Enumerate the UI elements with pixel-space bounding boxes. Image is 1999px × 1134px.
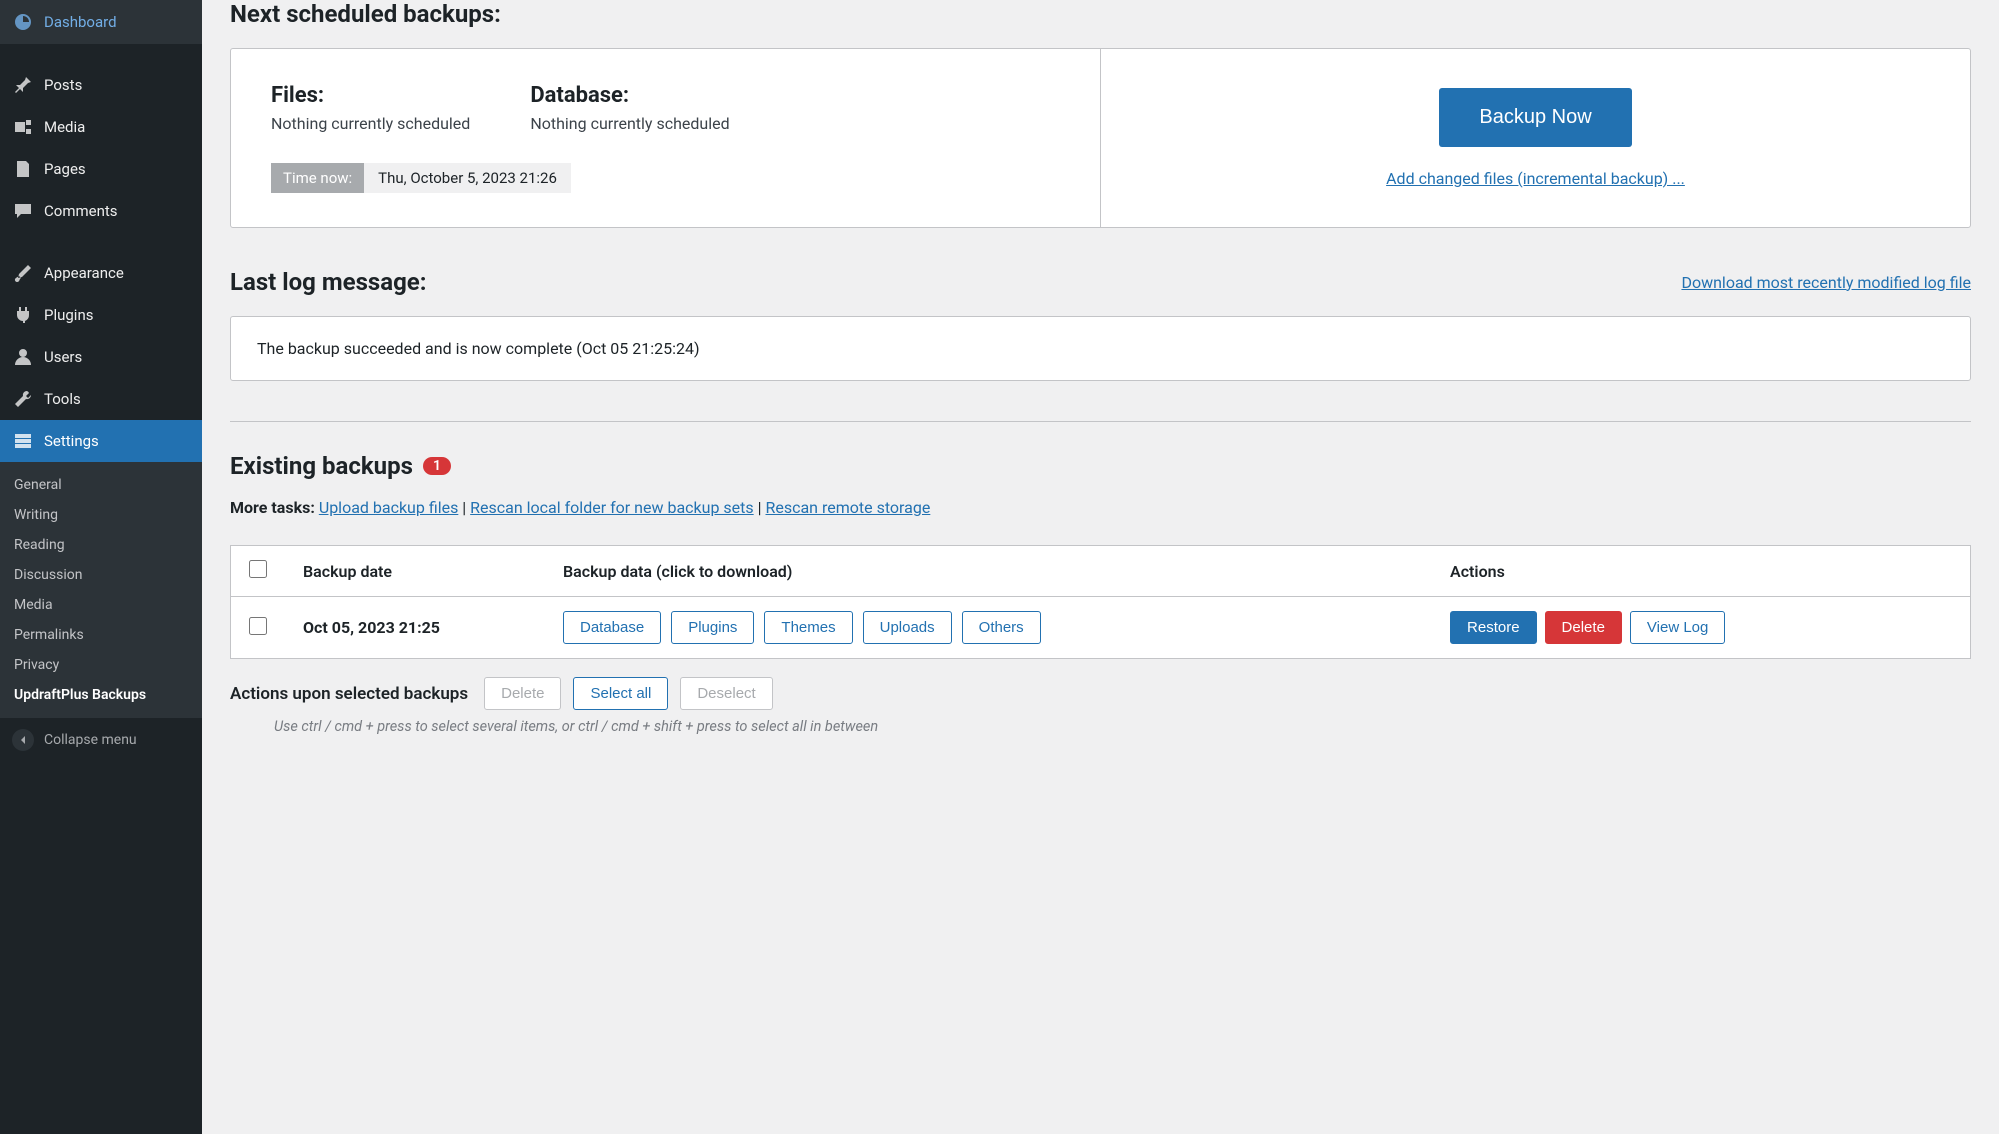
submenu-general[interactable]: General — [0, 470, 202, 500]
backup-date: Oct 05, 2023 21:25 — [285, 597, 545, 659]
db-label: Database: — [530, 83, 729, 108]
sidebar-label: Tools — [44, 390, 81, 408]
user-icon — [12, 346, 34, 368]
col-actions: Actions — [1432, 546, 1970, 597]
existing-heading: Existing backups — [230, 452, 413, 480]
rescan-local-link[interactable]: Rescan local folder for new backup sets — [470, 498, 753, 517]
sidebar-item-media[interactable]: Media — [0, 106, 202, 148]
wrench-icon — [12, 388, 34, 410]
download-others-button[interactable]: Others — [962, 611, 1041, 644]
download-uploads-button[interactable]: Uploads — [863, 611, 952, 644]
sidebar-label: Plugins — [44, 306, 93, 324]
col-data: Backup data (click to download) — [545, 546, 1432, 597]
database-schedule: Database: Nothing currently scheduled — [530, 83, 729, 133]
download-log-link[interactable]: Download most recently modified log file — [1681, 273, 1971, 292]
actions-footer-label: Actions upon selected backups — [230, 684, 468, 704]
sidebar-item-comments[interactable]: Comments — [0, 190, 202, 232]
files-schedule: Files: Nothing currently scheduled — [271, 83, 470, 133]
time-now: Time now: Thu, October 5, 2023 21:26 — [271, 163, 571, 193]
table-row: Oct 05, 2023 21:25 Database Plugins Them… — [231, 597, 1971, 659]
files-label: Files: — [271, 83, 470, 108]
media-icon — [12, 116, 34, 138]
sidebar-item-posts[interactable]: Posts — [0, 64, 202, 106]
submenu-updraft[interactable]: UpdraftPlus Backups — [0, 680, 202, 710]
settings-submenu: General Writing Reading Discussion Media… — [0, 462, 202, 718]
delete-button[interactable]: Delete — [1545, 611, 1622, 644]
time-now-value: Thu, October 5, 2023 21:26 — [364, 163, 571, 193]
comment-icon — [12, 200, 34, 222]
sidebar-label: Pages — [44, 160, 86, 178]
backup-table: Backup date Backup data (click to downlo… — [230, 545, 1971, 659]
scheduled-left: Files: Nothing currently scheduled Datab… — [231, 49, 1101, 227]
brush-icon — [12, 262, 34, 284]
log-heading: Last log message: — [230, 268, 427, 296]
sidebar-label: Comments — [44, 202, 118, 220]
collapse-menu-button[interactable]: Collapse menu — [0, 718, 202, 762]
incremental-backup-link[interactable]: Add changed files (incremental backup) .… — [1386, 169, 1685, 188]
sliders-icon — [12, 430, 34, 452]
time-now-label: Time now: — [271, 163, 364, 193]
rescan-remote-link[interactable]: Rescan remote storage — [766, 498, 931, 517]
more-tasks-row: More tasks: Upload backup files | Rescan… — [230, 498, 1971, 517]
deselect-button[interactable]: Deselect — [680, 677, 772, 710]
submenu-writing[interactable]: Writing — [0, 500, 202, 530]
scheduled-box: Files: Nothing currently scheduled Datab… — [230, 48, 1971, 228]
sidebar-item-plugins[interactable]: Plugins — [0, 294, 202, 336]
sidebar-item-users[interactable]: Users — [0, 336, 202, 378]
more-tasks-label: More tasks: — [230, 498, 315, 517]
sidebar-item-dashboard[interactable]: Dashboard — [0, 0, 202, 44]
submenu-privacy[interactable]: Privacy — [0, 650, 202, 680]
main-content: Next scheduled backups: Files: Nothing c… — [202, 0, 1999, 1134]
row-checkbox[interactable] — [249, 617, 267, 635]
plug-icon — [12, 304, 34, 326]
sidebar-label: Settings — [44, 432, 99, 450]
page-icon — [12, 158, 34, 180]
bulk-delete-button[interactable]: Delete — [484, 677, 561, 710]
view-log-button[interactable]: View Log — [1630, 611, 1725, 644]
restore-button[interactable]: Restore — [1450, 611, 1537, 644]
sidebar-item-appearance[interactable]: Appearance — [0, 252, 202, 294]
admin-sidebar: Dashboard Posts Media Pages Comments App… — [0, 0, 202, 1134]
submenu-discussion[interactable]: Discussion — [0, 560, 202, 590]
scheduled-right: Backup Now Add changed files (incrementa… — [1101, 49, 1970, 227]
select-all-button[interactable]: Select all — [573, 677, 668, 710]
collapse-label: Collapse menu — [44, 732, 137, 748]
sidebar-item-pages[interactable]: Pages — [0, 148, 202, 190]
select-all-checkbox[interactable] — [249, 560, 267, 578]
backup-now-button[interactable]: Backup Now — [1439, 88, 1631, 147]
sidebar-label: Media — [44, 118, 85, 136]
submenu-reading[interactable]: Reading — [0, 530, 202, 560]
dashboard-icon — [12, 11, 34, 33]
divider — [230, 421, 1971, 422]
submenu-media[interactable]: Media — [0, 590, 202, 620]
actions-footer: Actions upon selected backups Delete Sel… — [230, 677, 1971, 710]
pin-icon — [12, 74, 34, 96]
collapse-icon — [12, 729, 34, 751]
sidebar-label: Appearance — [44, 264, 124, 282]
upload-backup-link[interactable]: Upload backup files — [319, 498, 459, 517]
db-value: Nothing currently scheduled — [530, 114, 729, 133]
download-database-button[interactable]: Database — [563, 611, 661, 644]
sidebar-label: Users — [44, 348, 82, 366]
submenu-permalinks[interactable]: Permalinks — [0, 620, 202, 650]
files-value: Nothing currently scheduled — [271, 114, 470, 133]
log-message: The backup succeeded and is now complete… — [230, 316, 1971, 381]
sidebar-label: Dashboard — [44, 13, 117, 31]
scheduled-heading: Next scheduled backups: — [230, 0, 1971, 28]
download-plugins-button[interactable]: Plugins — [671, 611, 754, 644]
sidebar-item-tools[interactable]: Tools — [0, 378, 202, 420]
col-date: Backup date — [285, 546, 545, 597]
sidebar-item-settings[interactable]: Settings — [0, 420, 202, 462]
sidebar-label: Posts — [44, 76, 82, 94]
footer-hint: Use ctrl / cmd + press to select several… — [230, 718, 1971, 735]
backup-count-badge: 1 — [423, 457, 451, 475]
download-themes-button[interactable]: Themes — [764, 611, 852, 644]
